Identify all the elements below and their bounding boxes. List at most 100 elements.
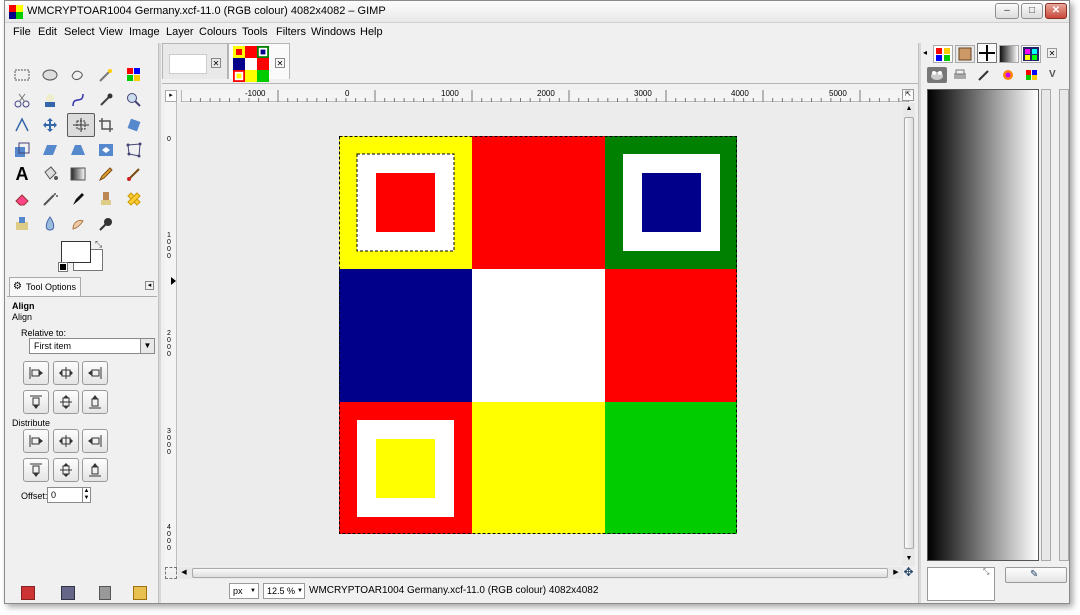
image-tab-blank[interactable]: ✕: [162, 43, 228, 79]
dock-scrollbar-secondary[interactable]: [1059, 89, 1069, 561]
fg-bg-colors[interactable]: ⤡: [58, 239, 105, 273]
close-button[interactable]: ✕: [1045, 3, 1067, 19]
dodge-burn-icon[interactable]: [95, 213, 117, 235]
reset-options-icon[interactable]: [133, 586, 147, 600]
zoom-select[interactable]: 12.5 % ▼: [263, 583, 305, 599]
dock-tab-colors[interactable]: [933, 45, 953, 63]
smudge-icon[interactable]: [67, 213, 89, 235]
blend-icon[interactable]: [67, 163, 89, 185]
ink-icon[interactable]: [67, 188, 89, 210]
scale-icon[interactable]: [11, 139, 33, 161]
tab-close-icon[interactable]: ✕: [211, 58, 221, 68]
dock-tab-patterns[interactable]: [977, 43, 997, 63]
default-colors-icon[interactable]: [58, 262, 68, 272]
fuzzy-select-icon[interactable]: [95, 64, 117, 86]
bucket-fill-icon[interactable]: [39, 163, 61, 185]
image-canvas[interactable]: [339, 136, 737, 534]
restore-options-icon[interactable]: [61, 586, 75, 600]
distribute-right-button[interactable]: [82, 429, 108, 453]
pencil-icon[interactable]: [95, 163, 117, 185]
menu-windows[interactable]: Windows: [311, 26, 356, 38]
blur-icon[interactable]: [39, 213, 61, 235]
scissors-icon[interactable]: [11, 89, 33, 111]
menu-layer[interactable]: Layer: [166, 26, 194, 38]
dock-tab-v[interactable]: V: [1049, 69, 1063, 81]
brush-preview-action-icon[interactable]: ⤡: [983, 567, 989, 577]
dock-tab-gradients[interactable]: [999, 45, 1019, 63]
menu-colours[interactable]: Colours: [199, 26, 237, 38]
zoom-icon[interactable]: [123, 89, 145, 111]
gradient-preview[interactable]: [927, 89, 1039, 561]
color-select-icon[interactable]: [123, 64, 145, 86]
crop-icon[interactable]: [95, 114, 117, 136]
menu-edit[interactable]: Edit: [38, 26, 57, 38]
relative-to-select[interactable]: First item ▼: [29, 338, 155, 354]
minimize-button[interactable]: –: [995, 3, 1019, 19]
swap-colors-icon[interactable]: ⤡: [95, 239, 102, 250]
menu-help[interactable]: Help: [360, 26, 383, 38]
dock-tab-close[interactable]: ✕: [1047, 48, 1057, 58]
menu-filters[interactable]: Filters: [276, 26, 306, 38]
free-select-icon[interactable]: [67, 64, 89, 86]
paintbrush-icon[interactable]: [123, 163, 145, 185]
tab-close-icon[interactable]: ✕: [275, 58, 285, 68]
dock-tab-fonts[interactable]: [1021, 45, 1041, 63]
airbrush-icon[interactable]: [39, 188, 61, 210]
scroll-down-arrow-icon[interactable]: ▼: [903, 553, 915, 565]
horizontal-scroll-thumb[interactable]: [192, 568, 888, 578]
shear-icon[interactable]: [39, 139, 61, 161]
vertical-ruler[interactable]: 0 1000 2000 3000 4000: [165, 102, 177, 572]
distribute-center-button[interactable]: [53, 429, 79, 453]
image-tab-germany[interactable]: ✕: [228, 43, 290, 82]
scroll-right-arrow-icon[interactable]: ▶: [890, 567, 902, 579]
perspective-icon[interactable]: [67, 139, 89, 161]
cage-transform-icon[interactable]: [123, 139, 145, 161]
menu-select[interactable]: Select: [64, 26, 95, 38]
ruler-corner-button[interactable]: ▸: [165, 90, 177, 102]
text-tool-icon[interactable]: A: [11, 163, 33, 185]
maximize-button[interactable]: □: [1021, 3, 1043, 19]
dock-tab-gimp[interactable]: [927, 67, 947, 83]
rect-select-icon[interactable]: [11, 64, 33, 86]
foreground-color-swatch[interactable]: [61, 241, 91, 263]
tool-options-tab[interactable]: ⚙ Tool Options: [9, 277, 81, 296]
vertical-scroll-thumb[interactable]: [904, 117, 914, 549]
foreground-select-icon[interactable]: [39, 89, 61, 111]
canvas-area[interactable]: [178, 103, 903, 566]
dock-menu-button[interactable]: ◂: [923, 48, 927, 57]
rotate-icon[interactable]: [123, 114, 145, 136]
clone-icon[interactable]: [95, 188, 117, 210]
align-top-edge-button[interactable]: [23, 390, 49, 414]
dock-tab-palette[interactable]: [1025, 69, 1039, 81]
scroll-up-arrow-icon[interactable]: ▲: [903, 103, 915, 115]
align-bottom-edge-button[interactable]: [82, 390, 108, 414]
align-right-edge-button[interactable]: [82, 361, 108, 385]
align-center-button[interactable]: [53, 361, 79, 385]
menu-view[interactable]: View: [99, 26, 123, 38]
offset-spinner[interactable]: 0 ▲ ▼: [47, 487, 91, 503]
quick-mask-icon[interactable]: [165, 567, 177, 579]
distribute-left-button[interactable]: [23, 429, 49, 453]
menu-file[interactable]: File: [13, 26, 31, 38]
align-tool-icon[interactable]: [67, 113, 95, 137]
align-middle-button[interactable]: [53, 390, 79, 414]
dock-tab-printer[interactable]: [953, 69, 967, 81]
navigate-icon[interactable]: ✥: [902, 566, 915, 579]
vertical-scrollbar[interactable]: ▲ ▼: [903, 103, 915, 566]
panel-menu-button[interactable]: ◂: [145, 281, 154, 290]
menu-tools[interactable]: Tools: [242, 26, 268, 38]
dock-tab-brushes[interactable]: [955, 45, 975, 63]
distribute-bottom-button[interactable]: [82, 458, 108, 482]
eraser-icon[interactable]: [11, 188, 33, 210]
unit-select[interactable]: px ▼: [229, 583, 259, 599]
left-dock-divider[interactable]: [158, 43, 161, 603]
distribute-middle-button[interactable]: [53, 458, 79, 482]
horizontal-ruler[interactable]: -1000 0 1000 2000 3000 4000 5000: [180, 89, 909, 102]
horizontal-scrollbar[interactable]: ◀ ▶: [178, 567, 903, 579]
move-icon[interactable]: [39, 114, 61, 136]
heal-icon[interactable]: [123, 188, 145, 210]
menu-image[interactable]: Image: [129, 26, 160, 38]
color-picker-icon[interactable]: [95, 89, 117, 111]
delete-options-icon[interactable]: [99, 586, 111, 600]
edit-brush-button[interactable]: ✎: [1005, 567, 1067, 583]
